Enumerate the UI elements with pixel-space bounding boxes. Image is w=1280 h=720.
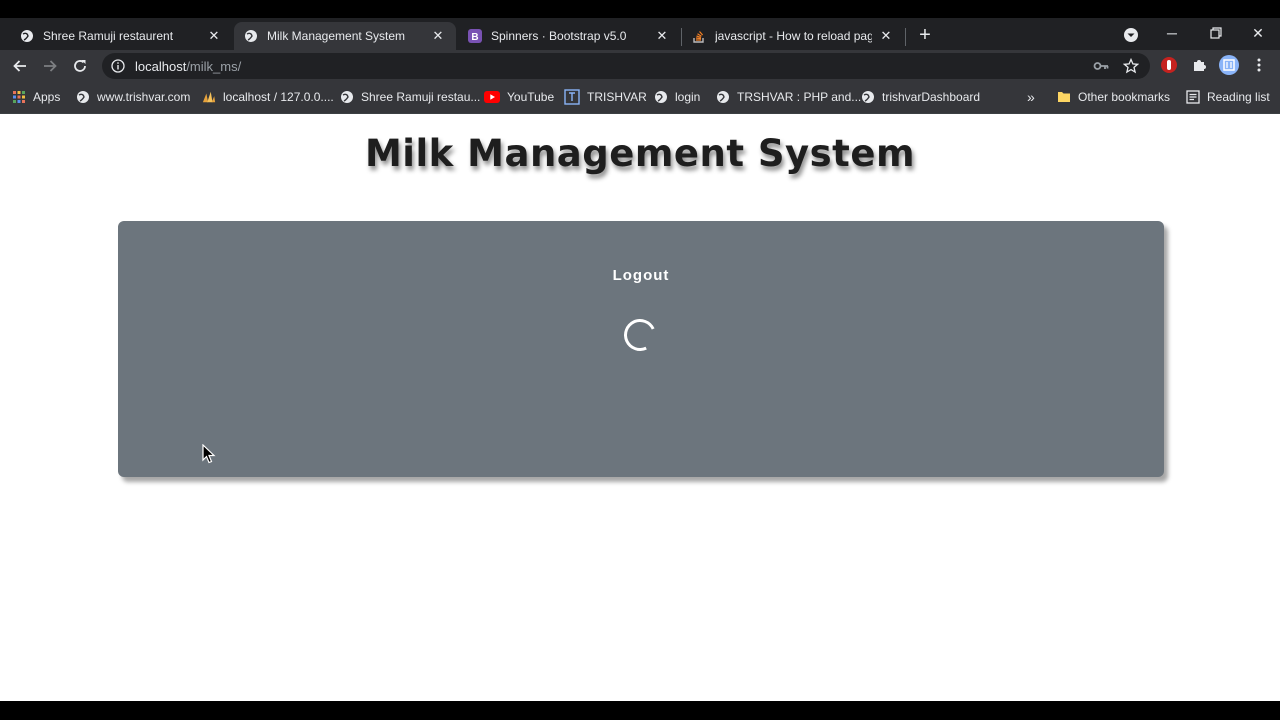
svg-text:B: B (471, 32, 478, 43)
extension-red-icon[interactable] (1160, 56, 1178, 74)
back-button[interactable] (8, 54, 32, 78)
tab-search-button[interactable] (1122, 26, 1140, 44)
bookmark-label: YouTube (507, 90, 555, 104)
bookmark-label: www.trishvar.com (97, 90, 191, 104)
bookmark-shree-ramuji[interactable]: Shree Ramuji restau... (340, 88, 480, 106)
reload-icon (74, 60, 86, 72)
arrow-right-icon (44, 60, 57, 72)
logout-text: Logout (612, 267, 670, 284)
screen-bottom-bar (0, 701, 1280, 720)
minimize-button[interactable]: ─ (1152, 22, 1192, 44)
bookmark-label: TRISHVAR (587, 90, 647, 104)
puzzle-icon[interactable] (1190, 56, 1208, 74)
restore-button[interactable] (1196, 22, 1236, 44)
youtube-icon (484, 90, 500, 104)
chevron-down-icon (1124, 28, 1138, 42)
bootstrap-icon: B (468, 29, 482, 43)
arrow-left-icon (13, 60, 26, 72)
close-icon[interactable]: ✕ (878, 28, 894, 44)
tab-title: Spinners · Bootstrap v5.0 (491, 29, 627, 43)
bookmarks-overflow-button[interactable]: » (1027, 88, 1035, 106)
url-path: /milk_ms/ (186, 58, 242, 74)
tab-milk-management[interactable]: Milk Management System ✕ (234, 22, 456, 50)
url-text: localhost/milk_ms/ (135, 59, 241, 74)
bookmark-apps[interactable]: Apps (12, 88, 60, 106)
profile-avatar[interactable] (1218, 54, 1240, 76)
trishvar-icon (564, 89, 580, 105)
bookmark-trishvar-com[interactable]: www.trishvar.com (76, 88, 190, 106)
info-icon[interactable] (111, 59, 125, 73)
reading-list-icon (1186, 90, 1200, 104)
globe-icon (340, 90, 354, 104)
bookmark-trishvar[interactable]: TRISHVAR (564, 88, 647, 106)
globe-icon (654, 90, 668, 104)
address-bar[interactable]: localhost/milk_ms/ (102, 53, 1150, 79)
bookmark-trshvar-php[interactable]: TRSHVAR : PHP and... (716, 88, 861, 106)
key-icon[interactable] (1092, 57, 1110, 75)
forward-button[interactable] (38, 54, 62, 78)
tab-bootstrap-spinners[interactable]: B Spinners · Bootstrap v5.0 ✕ (458, 22, 680, 50)
other-bookmarks-label: Other bookmarks (1078, 90, 1171, 104)
globe-icon (716, 90, 730, 104)
close-icon[interactable]: ✕ (430, 28, 446, 44)
url-host: localhost (135, 58, 187, 74)
new-tab-button[interactable]: + (914, 24, 936, 46)
bookmark-label: TRSHVAR : PHP and... (737, 90, 862, 104)
globe-icon (861, 90, 875, 104)
bookmarks-bar: Apps www.trishvar.com localhost / 127.0.… (0, 81, 1280, 114)
tab-stackoverflow[interactable]: javascript - How to reload page e ✕ (682, 22, 904, 50)
page-title: Milk Management System (364, 132, 916, 175)
tab-separator (905, 28, 906, 46)
bookmark-youtube[interactable]: YouTube (484, 88, 554, 106)
reload-button[interactable] (68, 54, 92, 78)
globe-icon (76, 90, 90, 104)
loading-spinner (619, 314, 661, 356)
tab-title: Milk Management System (267, 29, 406, 43)
phpmyadmin-icon (202, 90, 216, 104)
tab-title: Shree Ramuji restaurent (43, 29, 174, 43)
mouse-cursor-icon (202, 444, 216, 464)
close-window-button[interactable]: ✕ (1238, 22, 1278, 44)
page-content: Milk Management System Logout (0, 114, 1280, 701)
tab-strip: Shree Ramuji restaurent ✕ Milk Managemen… (0, 18, 1280, 50)
folder-icon (1057, 90, 1071, 104)
apps-grid-icon (12, 90, 26, 104)
browser-toolbar: localhost/milk_ms/ (0, 50, 1280, 81)
bookmark-label: Apps (33, 90, 61, 104)
tab-shree-ramuji[interactable]: Shree Ramuji restaurent ✕ (10, 22, 232, 50)
bookmark-login[interactable]: login (654, 88, 700, 106)
reading-list[interactable]: Reading list (1186, 88, 1270, 106)
logout-card: Logout (118, 221, 1164, 477)
globe-icon (244, 29, 258, 43)
restore-icon (1210, 27, 1222, 39)
screen-top-bar (0, 0, 1280, 18)
tab-title: javascript - How to reload page e (715, 29, 872, 43)
bookmark-trishvar-dashboard[interactable]: trishvarDashboard (861, 88, 980, 106)
reading-list-label: Reading list (1207, 90, 1270, 104)
bookmark-localhost[interactable]: localhost / 127.0.0.... (202, 88, 334, 106)
close-icon[interactable]: ✕ (206, 28, 222, 44)
kebab-menu-icon[interactable] (1250, 56, 1268, 74)
bookmark-label: localhost / 127.0.0.... (223, 90, 334, 104)
bookmark-label: trishvarDashboard (882, 90, 981, 104)
globe-icon (20, 29, 34, 43)
browser-chrome: Shree Ramuji restaurent ✕ Milk Managemen… (0, 18, 1280, 114)
bookmark-label: Shree Ramuji restau... (361, 90, 481, 104)
other-bookmarks[interactable]: Other bookmarks (1057, 88, 1170, 106)
close-icon[interactable]: ✕ (654, 28, 670, 44)
star-icon[interactable] (1122, 57, 1140, 75)
stackoverflow-icon (692, 29, 706, 43)
bookmark-label: login (675, 90, 701, 104)
